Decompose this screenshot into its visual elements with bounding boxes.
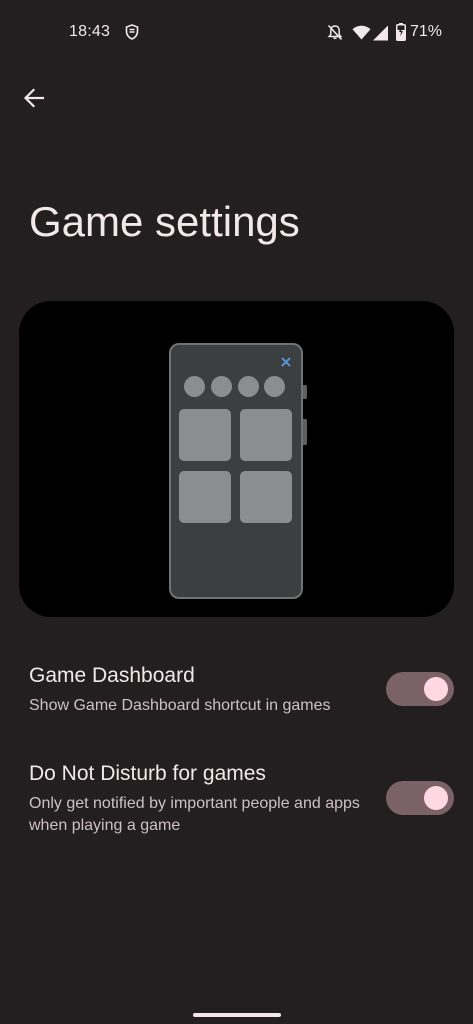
dashboard-tile — [179, 471, 231, 523]
do-not-disturb-toggle[interactable] — [386, 781, 454, 815]
setting-do-not-disturb[interactable]: Do Not Disturb for games Only get notifi… — [0, 755, 473, 845]
shield-icon — [125, 24, 139, 40]
toggle-thumb — [424, 677, 448, 701]
dashboard-shortcut-circle — [184, 376, 205, 397]
setting-title: Game Dashboard — [29, 664, 195, 687]
arrow-back-icon — [23, 88, 45, 108]
status-bar: 18:43 71% — [0, 0, 473, 66]
dnd-muted-bell-icon — [327, 24, 343, 41]
phone-side-button — [303, 419, 307, 445]
dashboard-tile — [179, 409, 231, 461]
wifi-icon — [352, 25, 371, 40]
setting-game-dashboard[interactable]: Game Dashboard Show Game Dashboard short… — [0, 655, 473, 725]
close-icon — [281, 357, 291, 367]
dashboard-shortcut-circle — [211, 376, 232, 397]
setting-title: Do Not Disturb for games — [29, 762, 266, 785]
back-button[interactable] — [12, 76, 56, 120]
dashboard-tile — [240, 409, 292, 461]
setting-subtitle: Only get notified by important people an… — [29, 795, 360, 834]
phone-illustration — [169, 343, 307, 599]
game-dashboard-preview — [19, 301, 454, 617]
game-dashboard-toggle[interactable] — [386, 672, 454, 706]
dashboard-shortcut-circle — [238, 376, 259, 397]
cell-signal-icon — [373, 25, 388, 41]
page-title: Game settings — [29, 198, 300, 245]
toggle-thumb — [424, 786, 448, 810]
navigation-handle[interactable] — [193, 1013, 281, 1017]
dashboard-tile — [240, 471, 292, 523]
battery-level: 71% — [410, 23, 443, 40]
phone-side-button — [303, 385, 307, 399]
setting-subtitle: Show Game Dashboard shortcut in games — [29, 697, 331, 714]
status-time: 18:43 — [69, 23, 111, 40]
dashboard-shortcut-circle — [264, 376, 285, 397]
battery-charging-icon — [396, 23, 406, 41]
